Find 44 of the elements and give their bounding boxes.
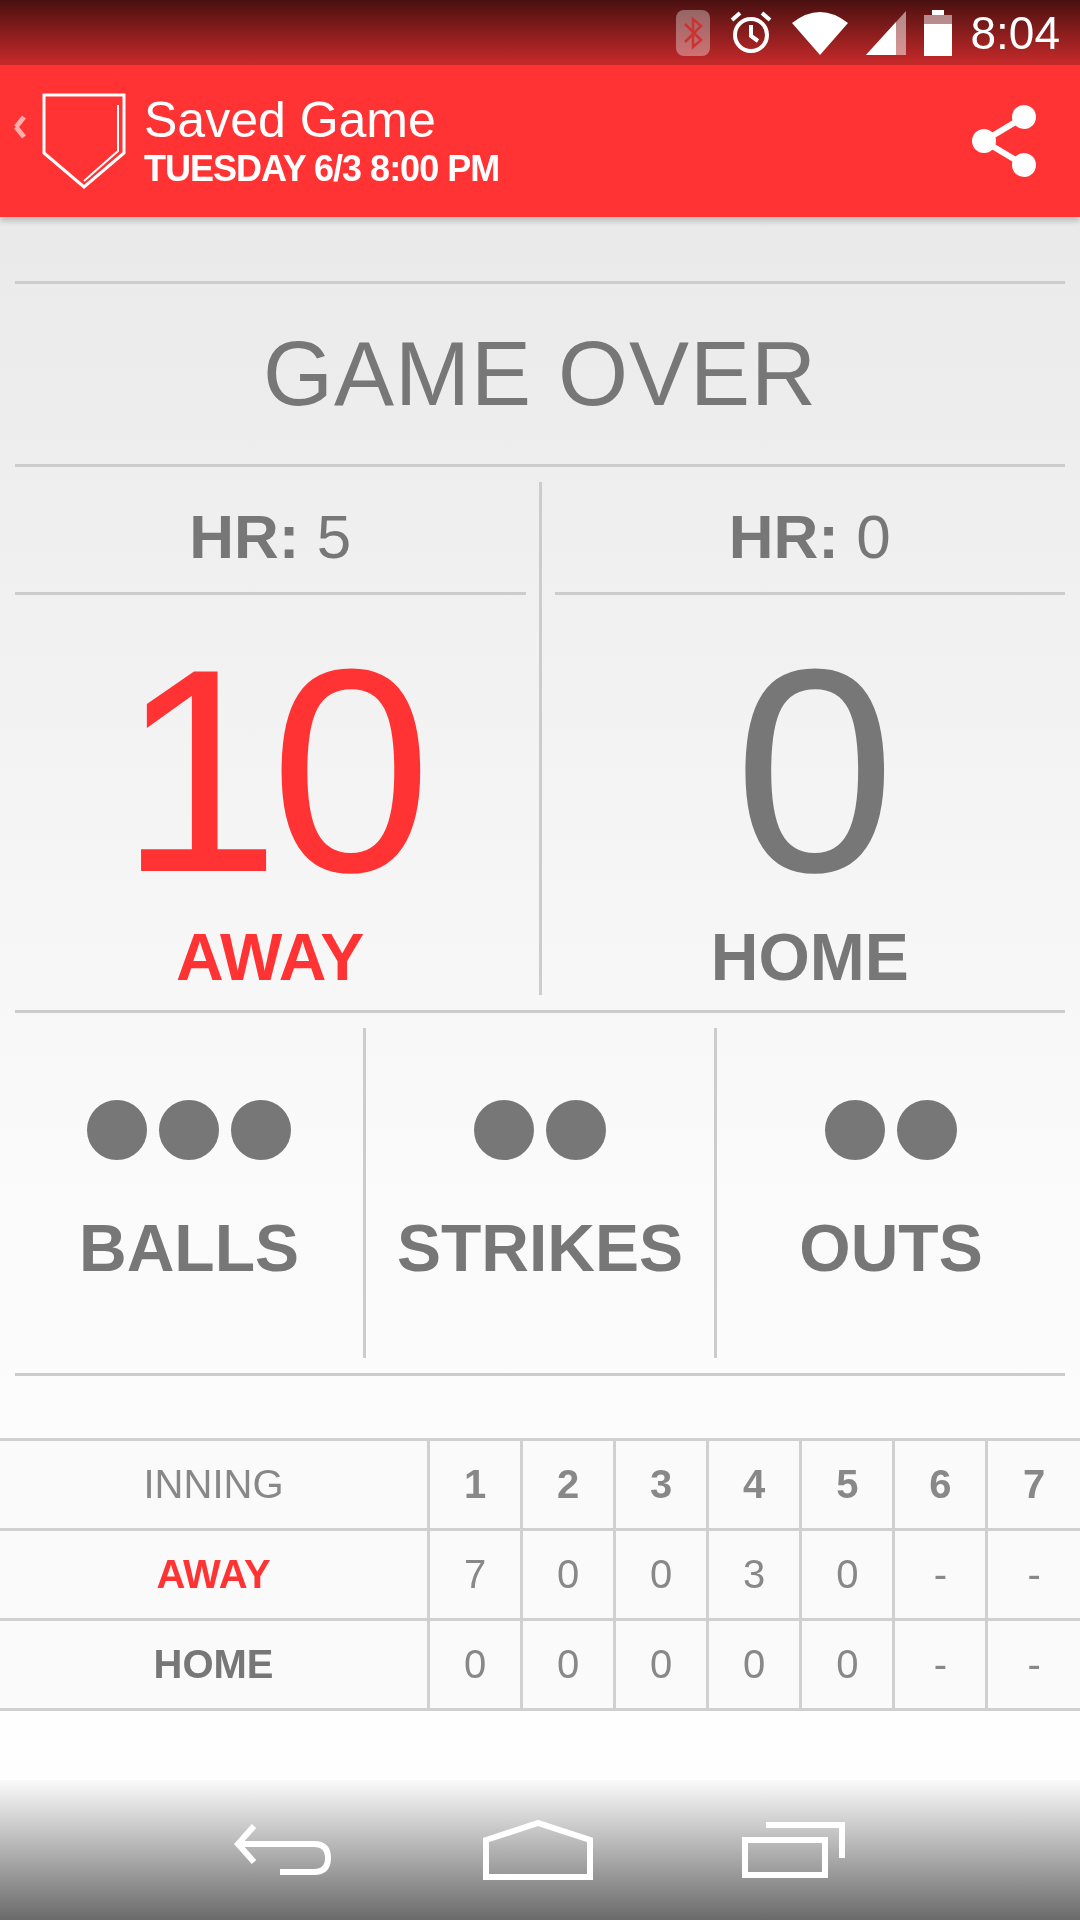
inning-header: INNING (0, 1439, 429, 1530)
wifi-icon (792, 10, 849, 55)
inning-runs: 3 (707, 1529, 801, 1620)
inning-number: 3 (614, 1439, 708, 1530)
game-date: TUESDAY 6/3 8:00 PM (144, 147, 501, 190)
team-name: HOME (710, 919, 909, 995)
inning-number: 5 (800, 1439, 894, 1530)
screen-title: Saved Game (144, 92, 437, 148)
team-name: HOME (0, 1619, 429, 1710)
inning-runs: 0 (521, 1619, 615, 1710)
team-name: AWAY (176, 919, 365, 995)
recent-apps-icon[interactable] (741, 1822, 846, 1878)
inning-runs: - (893, 1529, 987, 1620)
inning-number: 1 (428, 1439, 522, 1530)
inning-runs: - (986, 1529, 1080, 1620)
inning-runs: 7 (428, 1529, 522, 1620)
signal-icon (866, 10, 907, 55)
count-label: BALLS (79, 1210, 299, 1286)
count-label: OUTS (799, 1210, 983, 1286)
inning-runs: 0 (800, 1529, 894, 1620)
home-icon[interactable] (483, 1820, 593, 1880)
inning-number: 4 (707, 1439, 801, 1530)
home-runs: HR: 0 (728, 501, 891, 573)
inning-runs: 0 (614, 1619, 708, 1710)
team-name: AWAY (0, 1529, 429, 1620)
inning-runs: - (986, 1619, 1080, 1710)
inning-number: 2 (521, 1439, 615, 1530)
status-time: 8:04 (970, 5, 1060, 60)
team-score: 0 (734, 625, 886, 915)
count-label: STRIKES (396, 1210, 683, 1286)
inning-runs: - (893, 1619, 987, 1710)
game-status: GAME OVER (261, 322, 819, 426)
bluetooth-icon (676, 9, 711, 56)
inning-number: 6 (893, 1439, 987, 1530)
team-score: 10 (118, 625, 422, 915)
inning-number: 7 (986, 1439, 1080, 1530)
inning-runs: 0 (428, 1619, 522, 1710)
inning-runs: 0 (800, 1619, 894, 1710)
back-home-plate-icon[interactable] (12, 91, 128, 191)
inning-runs: 0 (521, 1529, 615, 1620)
home-runs: HR: 5 (189, 501, 352, 573)
battery-icon (924, 9, 953, 56)
inning-runs: 0 (614, 1529, 708, 1620)
inning-runs: 0 (707, 1619, 801, 1710)
